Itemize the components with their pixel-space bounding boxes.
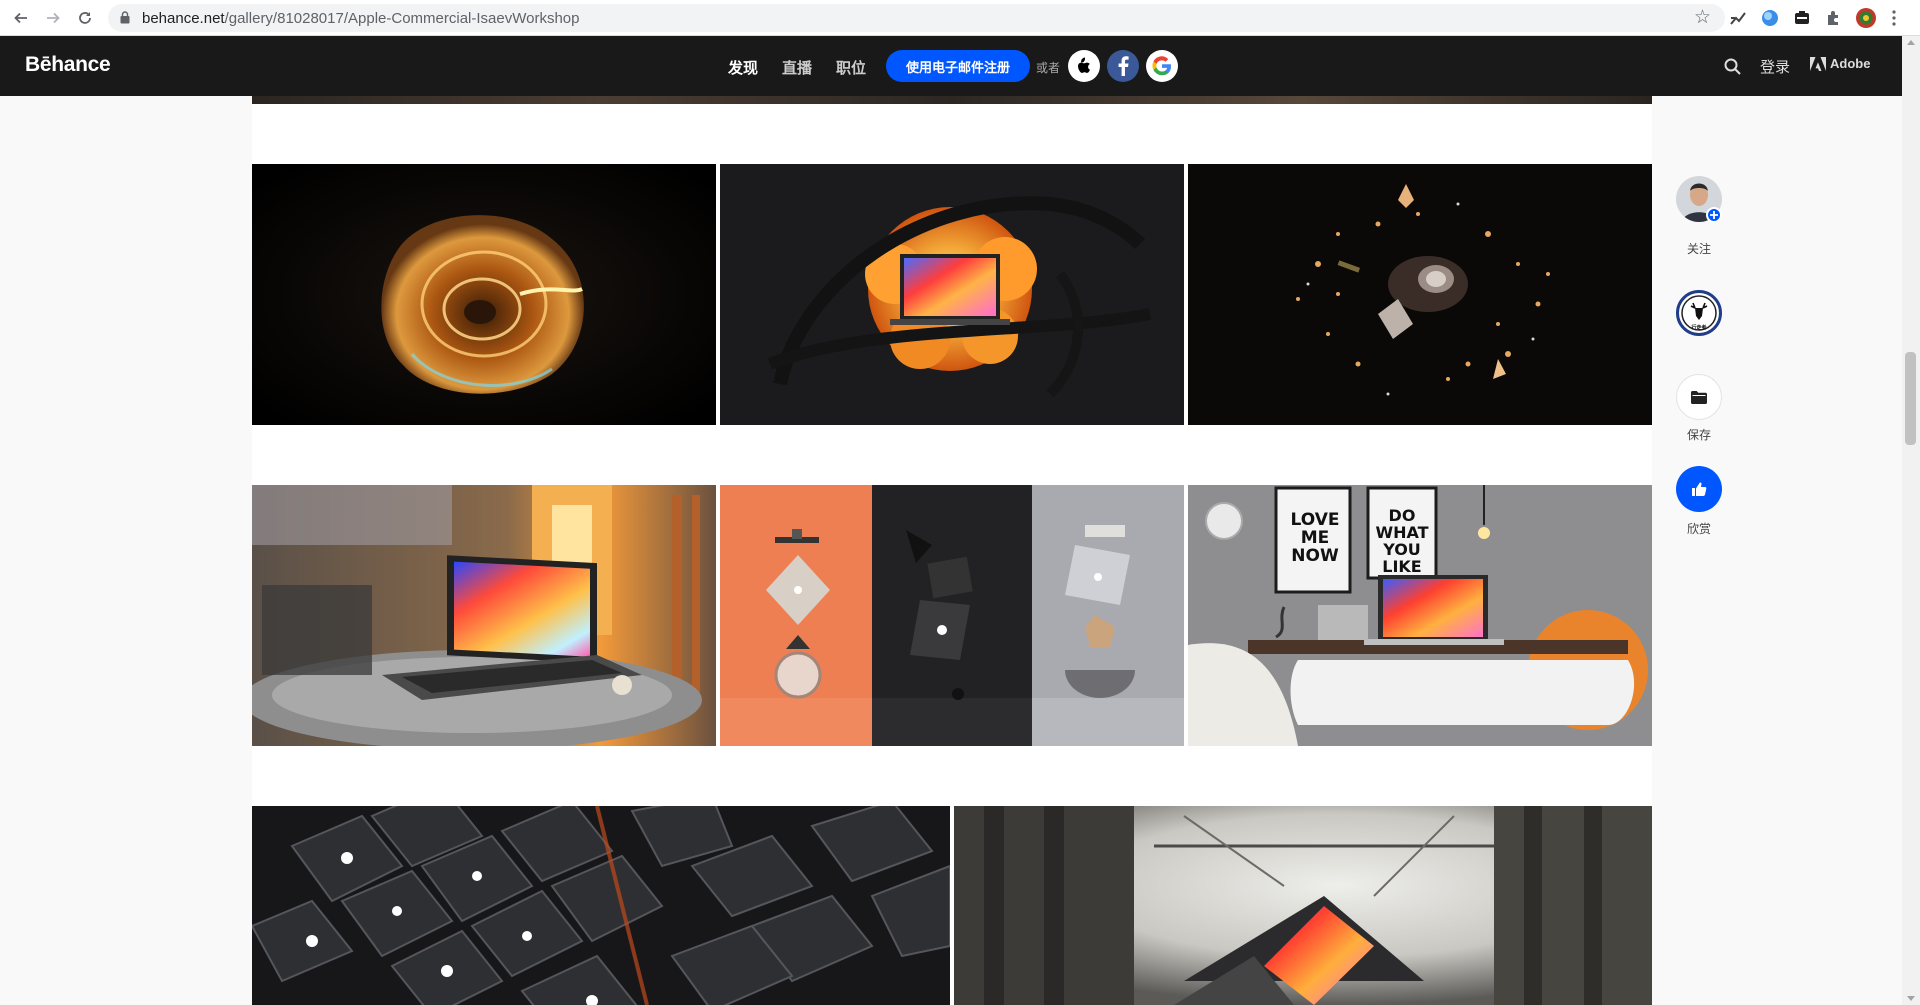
save-button[interactable] [1676, 374, 1722, 420]
extension-globe-icon[interactable] [1759, 7, 1781, 29]
team-badge[interactable]: 行走者 [1676, 290, 1722, 346]
page-scrollbar[interactable] [1902, 36, 1920, 1005]
url-text: behance.net/gallery/81028017/Apple-Comme… [142, 10, 579, 27]
browser-menu-icon[interactable] [1888, 7, 1900, 29]
folder-icon [1691, 390, 1707, 404]
follow-plus-icon[interactable] [1706, 207, 1722, 223]
project-image-particle-burst[interactable] [1188, 164, 1652, 425]
previous-image-edge [252, 96, 1652, 104]
reload-icon[interactable] [73, 6, 97, 30]
extension-briefcase-icon[interactable] [1791, 7, 1813, 29]
poster-line: DO [1388, 507, 1416, 525]
google-signin-button[interactable] [1146, 50, 1178, 82]
follow-label: 关注 [1686, 242, 1711, 256]
url-path: /gallery/81028017/Apple-Commercial-Isaev… [224, 10, 580, 27]
facebook-signin-button[interactable] [1107, 50, 1139, 82]
poster-line: ME [1300, 528, 1330, 548]
nav-live[interactable]: 直播 [782, 57, 812, 78]
poster-line: NOW [1291, 546, 1339, 566]
thumbs-up-icon [1692, 482, 1707, 496]
project-content: LOVE ME NOW DO WHAT YOU LIKE [252, 96, 1652, 1005]
login-link[interactable]: 登录 [1760, 56, 1790, 77]
scrollbar-thumb[interactable] [1905, 352, 1916, 445]
save-label: 保存 [1686, 428, 1711, 442]
project-image-laptop-hall[interactable] [954, 806, 1652, 1005]
address-bar[interactable]: behance.net/gallery/81028017/Apple-Comme… [108, 4, 1725, 32]
adobe-link[interactable]: Adobe [1810, 56, 1870, 71]
poster-line: YOU [1383, 540, 1421, 559]
project-image-laptop-grid[interactable] [252, 806, 950, 1005]
follow-owner[interactable]: 关注 [1676, 176, 1722, 256]
browser-toolbar: behance.net/gallery/81028017/Apple-Comme… [0, 0, 1920, 36]
email-signup-button[interactable]: 使用电子邮件注册 [886, 50, 1030, 82]
project-image-glass-bubble[interactable] [252, 164, 716, 425]
forward-icon[interactable] [41, 6, 65, 30]
site-header: Bēhance 发现 直播 职位 使用电子邮件注册 或者 登录 Adobe [0, 36, 1902, 96]
profile-avatar-icon[interactable] [1855, 7, 1877, 29]
project-image-balancing-laptops[interactable] [720, 485, 1184, 746]
poster-line: LOVE [1290, 510, 1340, 530]
search-icon[interactable] [1724, 58, 1741, 80]
adobe-icon [1810, 56, 1826, 71]
nav-jobs[interactable]: 职位 [836, 57, 866, 78]
scroll-down-arrow-icon[interactable] [1907, 996, 1915, 1001]
appreciate-action[interactable]: 欣赏 [1676, 466, 1722, 536]
google-icon [1152, 56, 1172, 76]
appreciate-label: 欣赏 [1686, 522, 1711, 536]
badge-text: 行走者 [1691, 325, 1707, 331]
poster-line: LIKE [1382, 557, 1422, 576]
or-label: 或者 [1036, 61, 1061, 75]
love-poster-text: LOVE ME NOW [1278, 511, 1352, 565]
project-image-desk-posters[interactable]: LOVE ME NOW DO WHAT YOU LIKE [1188, 485, 1652, 746]
behance-logo[interactable]: Bēhance [25, 53, 111, 77]
facebook-icon [1118, 56, 1129, 76]
extension-chart-icon[interactable] [1727, 7, 1749, 29]
poster-line: WHAT [1375, 523, 1429, 542]
save-action[interactable]: 保存 [1676, 374, 1722, 444]
project-image-laptop-explosion[interactable] [720, 164, 1184, 425]
extensions-puzzle-icon[interactable] [1823, 7, 1845, 29]
url-host: behance.net [142, 10, 225, 27]
apple-icon [1078, 57, 1090, 73]
back-icon[interactable] [9, 6, 33, 30]
lock-icon [120, 11, 130, 24]
appreciate-button[interactable] [1676, 466, 1722, 512]
nav-discover[interactable]: 发现 [728, 57, 758, 78]
scroll-up-arrow-icon[interactable] [1907, 40, 1915, 45]
adobe-label: Adobe [1830, 56, 1871, 71]
apple-signin-button[interactable] [1068, 50, 1100, 82]
bookmark-star-icon[interactable]: ☆ [1694, 6, 1711, 29]
project-image-laptop-factory[interactable] [252, 485, 716, 746]
do-poster-text: DO WHAT YOU LIKE [1368, 507, 1436, 578]
